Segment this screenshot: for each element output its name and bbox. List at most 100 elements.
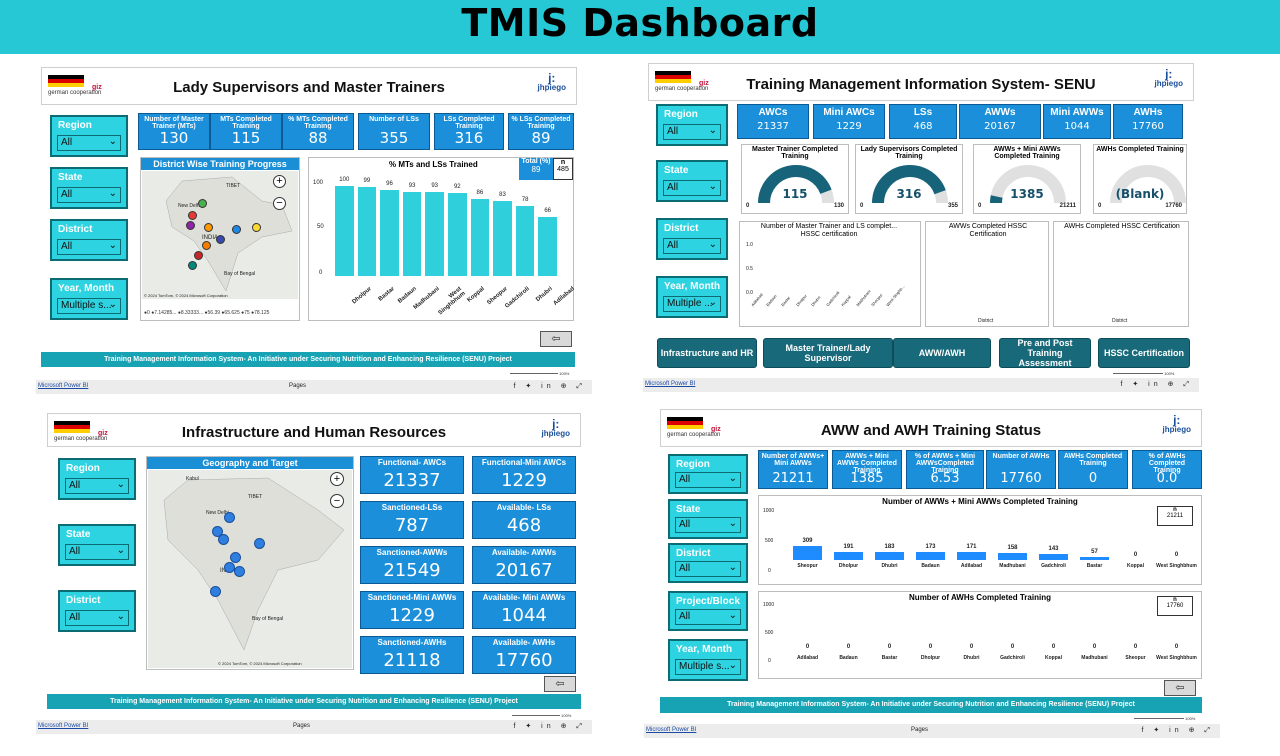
zoom-out-icon[interactable]: − [330, 494, 344, 508]
powerbi-link[interactable]: Microsoft Power BI [38, 383, 88, 389]
map-marker[interactable] [188, 211, 197, 220]
map-marker[interactable] [202, 241, 211, 250]
district-slicer[interactable]: District All ⌄ [656, 218, 728, 260]
region-slicer[interactable]: Region All ⌄ [668, 454, 748, 494]
share-icons[interactable]: f ✦ in ⊕ ⤢ [513, 722, 586, 731]
district-dropdown[interactable]: All ⌄ [675, 561, 741, 577]
state-slicer[interactable]: State All ⌄ [50, 167, 128, 209]
zoom-out-icon[interactable]: − [273, 197, 286, 210]
district-dropdown[interactable]: All ⌄ [663, 238, 721, 254]
map-marker[interactable] [232, 225, 241, 234]
kpi-value: 20167 [495, 560, 553, 581]
chart-bar[interactable] [874, 551, 905, 560]
region-dropdown[interactable]: All ⌄ [65, 478, 129, 494]
region-slicer[interactable]: Region All ⌄ [58, 458, 136, 500]
chart-bar[interactable] [956, 552, 987, 560]
year-month-slicer[interactable]: Year, Month Multiple ... ⌄ [656, 276, 728, 318]
state-dropdown[interactable]: All ⌄ [57, 187, 121, 203]
chart-bar[interactable] [915, 552, 946, 560]
map-marker[interactable] [210, 586, 221, 597]
state-dropdown[interactable]: All ⌄ [65, 544, 129, 560]
region-slicer[interactable]: Region All ⌄ [656, 104, 728, 146]
map-marker[interactable] [252, 223, 261, 232]
chart-bar[interactable] [997, 553, 1028, 560]
share-icons[interactable]: f ✦ in ⊕ ⤢ [1141, 726, 1214, 735]
project-block-dropdown[interactable]: All ⌄ [675, 609, 741, 625]
powerbi-link[interactable]: Microsoft Power BI [645, 381, 695, 387]
nav-infrastructure-button[interactable]: Infrastructure and HR [657, 338, 757, 368]
chart-bar[interactable] [448, 193, 467, 276]
district-map[interactable]: District Wise Training Progress TIBET Ne… [140, 157, 300, 321]
share-icons[interactable]: f ✦ in ⊕ ⤢ [1120, 380, 1193, 389]
region-dropdown[interactable]: All ⌄ [663, 124, 721, 140]
district-slicer[interactable]: District All ⌄ [58, 590, 136, 632]
map-marker[interactable] [186, 221, 195, 230]
year-month-slicer[interactable]: Year, Month Multiple s... ⌄ [50, 278, 128, 320]
region-dropdown[interactable]: All ⌄ [57, 135, 121, 151]
map-canvas[interactable]: Kabul TIBET New Delhi INDIA Bay of Benga… [148, 470, 352, 668]
map-marker[interactable] [224, 512, 235, 523]
map-marker[interactable] [194, 251, 203, 260]
back-button[interactable]: ⇦ [1164, 680, 1196, 696]
pages-label[interactable]: Pages [289, 383, 306, 389]
zoom-slider[interactable]: 100% [512, 713, 582, 718]
pages-label[interactable]: Pages [911, 727, 928, 733]
chart-bar[interactable] [1079, 557, 1110, 560]
map-marker[interactable] [204, 223, 213, 232]
chart-bar[interactable] [335, 186, 354, 276]
state-dropdown[interactable]: All ⌄ [675, 517, 741, 533]
chart-bar[interactable] [470, 198, 490, 276]
nav-aww-awh-button[interactable]: AWW/AWH [893, 338, 991, 368]
map-marker[interactable] [188, 261, 197, 270]
back-button[interactable]: ⇦ [540, 331, 572, 347]
district-slicer[interactable]: District All ⌄ [668, 543, 748, 583]
region-dropdown[interactable]: All ⌄ [675, 472, 741, 488]
district-dropdown[interactable]: All ⌄ [65, 610, 129, 626]
nav-master-trainer-button[interactable]: Master Trainer/Lady Supervisor [763, 338, 893, 368]
pages-label[interactable]: Pages [293, 723, 310, 729]
chart-bar[interactable] [357, 186, 377, 276]
map-marker[interactable] [234, 566, 245, 577]
state-slicer[interactable]: State All ⌄ [58, 524, 136, 566]
chart-bar[interactable] [1038, 553, 1069, 560]
powerbi-link[interactable]: Microsoft Power BI [38, 723, 88, 729]
map-marker[interactable] [216, 235, 225, 244]
chart-bar[interactable] [493, 201, 512, 276]
year-month-dropdown[interactable]: Multiple s... ⌄ [57, 298, 121, 314]
chart-bar[interactable] [538, 216, 557, 276]
powerbi-link[interactable]: Microsoft Power BI [646, 727, 696, 733]
zoom-slider[interactable]: 100% [1113, 371, 1193, 376]
year-month-dropdown[interactable]: Multiple s... ⌄ [675, 659, 741, 675]
y-tick: 1.0 [746, 242, 753, 248]
map-marker[interactable] [254, 538, 265, 549]
year-month-slicer[interactable]: Year, Month Multiple s... ⌄ [668, 639, 748, 681]
chart-bar[interactable] [515, 205, 535, 276]
map-marker[interactable] [218, 534, 229, 545]
state-slicer[interactable]: State All ⌄ [656, 160, 728, 202]
chart-bar[interactable] [792, 546, 823, 560]
zoom-slider[interactable]: 100% [510, 371, 580, 376]
zoom-in-icon[interactable]: + [330, 472, 344, 486]
zoom-in-icon[interactable]: + [273, 175, 286, 188]
nav-pre-post-button[interactable]: Pre and Post Training Assessment [999, 338, 1091, 368]
kpi-card: % MTs Completed Training 88 [282, 113, 354, 150]
map-marker[interactable] [230, 552, 241, 563]
district-slicer[interactable]: District All ⌄ [50, 219, 128, 261]
state-dropdown[interactable]: All ⌄ [663, 180, 721, 196]
zoom-slider[interactable]: 100% [1134, 716, 1212, 721]
back-button[interactable]: ⇦ [544, 676, 576, 692]
year-month-dropdown[interactable]: Multiple ... ⌄ [663, 296, 721, 312]
share-icons[interactable]: f ✦ in ⊕ ⤢ [513, 382, 586, 391]
nav-hssc-button[interactable]: HSSC Certification [1098, 338, 1190, 368]
geo-target-map[interactable]: Geography and Target Kabul TIBET New Del… [146, 456, 354, 670]
map-canvas[interactable]: TIBET New Delhi INDIA Bay of Bengal + − … [142, 171, 298, 299]
chart-bar[interactable] [402, 192, 422, 276]
region-slicer[interactable]: Region All ⌄ [50, 115, 128, 157]
chart-bar[interactable] [380, 189, 399, 276]
project-block-slicer[interactable]: Project/Block All ⌄ [668, 591, 748, 631]
chart-bar[interactable] [833, 551, 864, 560]
district-dropdown[interactable]: All ⌄ [57, 239, 121, 255]
state-slicer[interactable]: State All ⌄ [668, 499, 748, 539]
chart-bar[interactable] [425, 192, 444, 276]
map-marker[interactable] [198, 199, 207, 208]
